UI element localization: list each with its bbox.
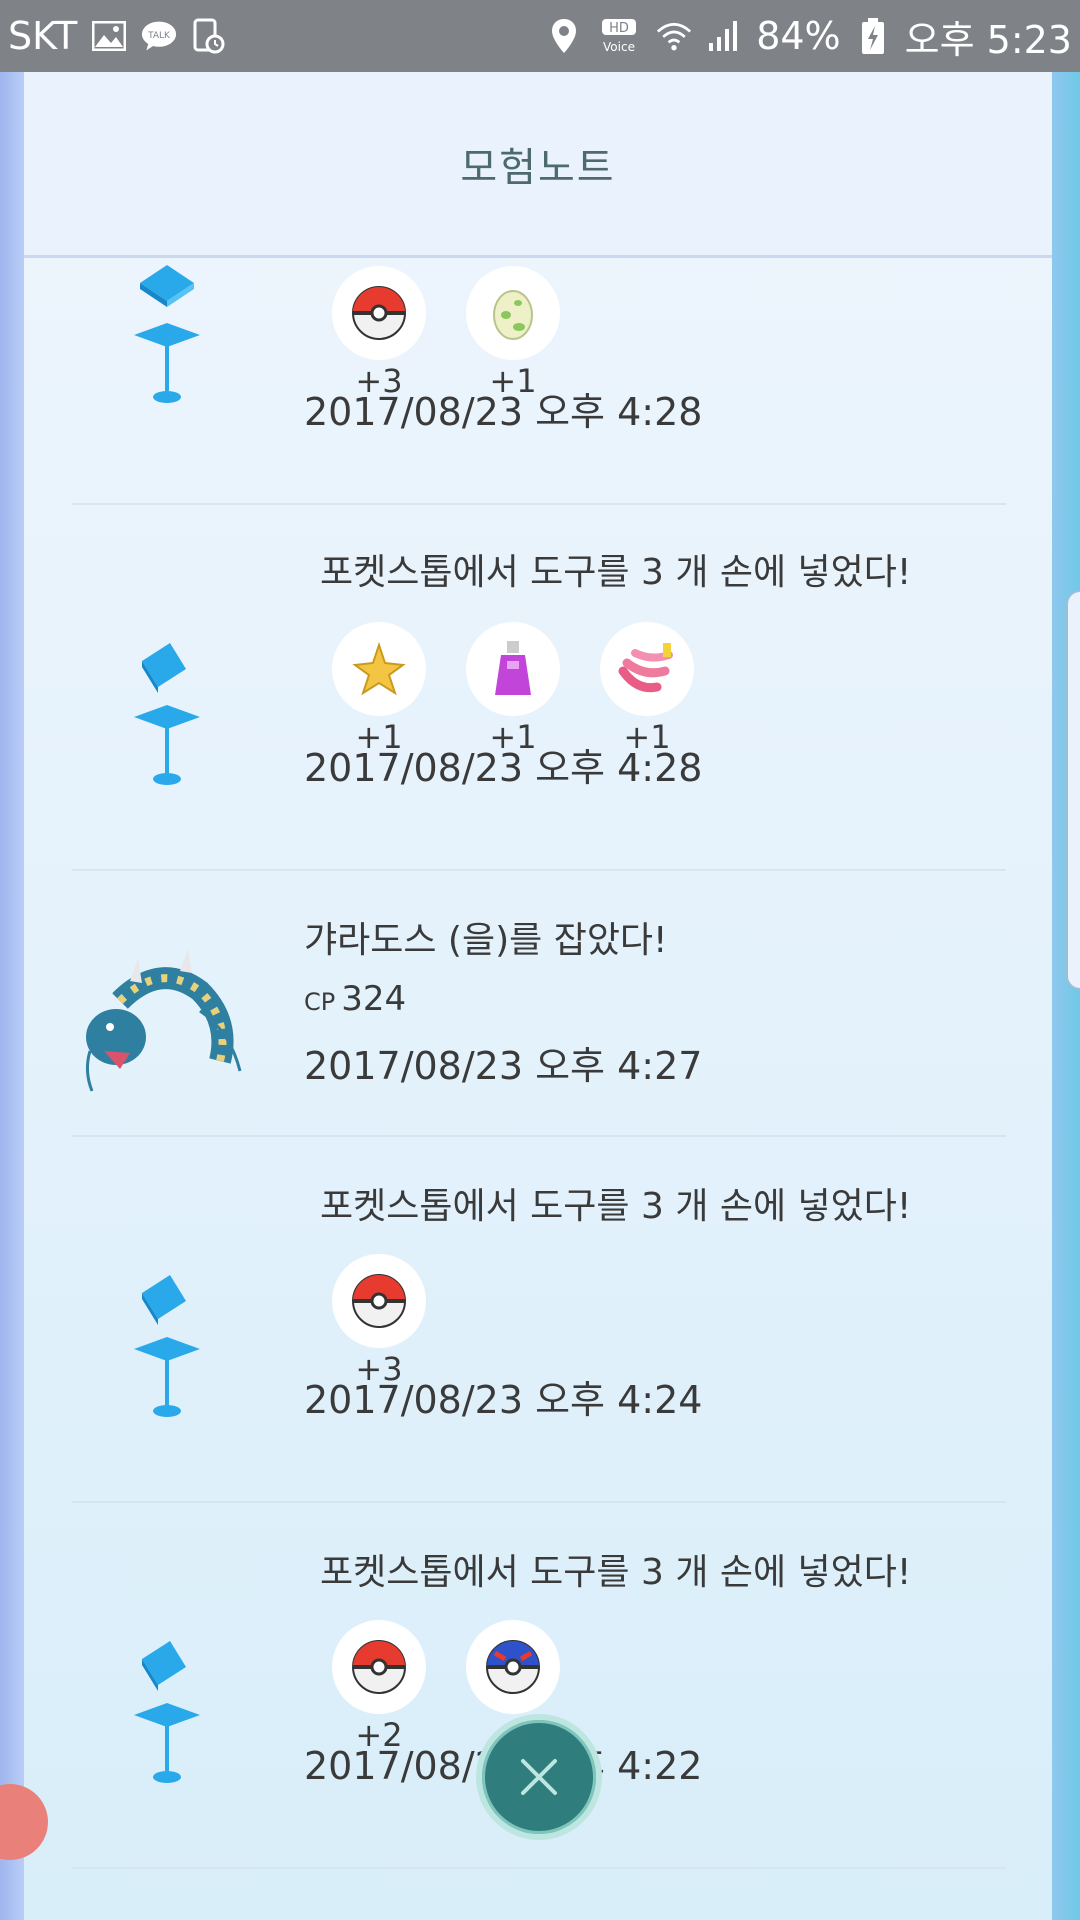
reward-item-circle bbox=[466, 622, 560, 716]
close-button[interactable] bbox=[476, 1714, 602, 1840]
pokestop-icon bbox=[134, 1641, 200, 1783]
talk-label: TALK bbox=[147, 31, 171, 41]
reward-item-circle bbox=[332, 1254, 426, 1348]
reward-item: +1 bbox=[332, 622, 426, 756]
reward-item: +1 bbox=[466, 266, 560, 400]
journal-entry[interactable]: 포켓스톱에서 도구를 3 개 손에 넣었다! +1 +1 +1 2017/08/… bbox=[72, 505, 1006, 871]
reward-item-circle bbox=[466, 1620, 560, 1714]
close-icon bbox=[521, 1759, 557, 1795]
pokestop-icon bbox=[134, 643, 200, 785]
journal-entry[interactable]: 갸라도스 (을)를 잡았다! CP 324 2017/08/23 오후 4:27 bbox=[72, 871, 1006, 1137]
entry-timestamp: 2017/08/23 오후 4:28 bbox=[304, 390, 703, 434]
egg-icon bbox=[493, 290, 533, 340]
reward-item-circle bbox=[466, 266, 560, 360]
entry-timestamp: 2017/08/23 오후 4:28 bbox=[304, 746, 703, 790]
reward-item: +3 bbox=[332, 266, 426, 400]
reward-items: +3 +1 bbox=[332, 266, 560, 400]
location-icon bbox=[546, 18, 582, 54]
journal-entry[interactable]: 포켓스톱에서 도구를 3 개 손에 넣었다! +3 2017/08/23 오후 … bbox=[72, 1137, 1006, 1503]
reward-item-circle bbox=[332, 1620, 426, 1714]
reward-item-circle bbox=[332, 622, 426, 716]
page-title: 모험노트 bbox=[460, 144, 616, 191]
entry-timestamp: 2017/08/23 오후 4:24 bbox=[304, 1378, 703, 1422]
signal-icon bbox=[706, 18, 742, 54]
reward-item: +2 bbox=[332, 1620, 426, 1754]
cp-value: 324 bbox=[341, 979, 407, 1019]
pokestop-icon bbox=[134, 1275, 200, 1417]
pokestop-icon bbox=[134, 265, 200, 403]
status-right: HD Voice 84% 오후 5:23 bbox=[546, 9, 1072, 64]
pokeball-icon bbox=[352, 1274, 406, 1328]
clock: 오후 5:23 bbox=[904, 17, 1072, 62]
journal-page: 모험노트 +3 +1 2017/08/23 오후 4:28 포켓스톱에서 도구를… bbox=[24, 72, 1052, 1920]
status-bar: SKT TALK HD Voice 84% 오후 5:23 bbox=[0, 0, 1080, 72]
gyarados-icon bbox=[85, 949, 242, 1092]
reward-item-circle bbox=[332, 266, 426, 360]
reward-item-circle bbox=[600, 622, 694, 716]
entry-text: 포켓스톱에서 도구를 3 개 손에 넣었다! bbox=[320, 552, 912, 593]
journal-entry[interactable]: +3 +1 2017/08/23 오후 4:28 bbox=[72, 201, 1006, 505]
entry-text: 포켓스톱에서 도구를 3 개 손에 넣었다! bbox=[320, 1186, 912, 1227]
nanab-berry-icon bbox=[618, 643, 673, 693]
battery-charging-icon bbox=[855, 18, 891, 54]
hd-label: HD bbox=[609, 21, 629, 36]
status-left: SKT TALK bbox=[8, 14, 227, 58]
stardust-icon bbox=[352, 641, 406, 696]
entry-text: 갸라도스 (을)를 잡았다! bbox=[304, 920, 668, 961]
potion-icon bbox=[495, 641, 531, 695]
reward-item: +1 bbox=[600, 622, 694, 756]
hd-voice-icon: HD Voice bbox=[596, 18, 642, 54]
wifi-icon bbox=[656, 18, 692, 54]
pokeball-icon bbox=[352, 286, 406, 340]
gallery-icon bbox=[91, 18, 127, 54]
reward-items: +1 +1 +1 bbox=[332, 622, 694, 756]
pokeball-icon bbox=[352, 1640, 406, 1694]
greatball-icon bbox=[486, 1640, 540, 1694]
cp-row: CP 324 bbox=[304, 979, 406, 1019]
battery-percent: 84% bbox=[756, 14, 841, 58]
reward-item: +3 bbox=[332, 1254, 426, 1388]
entry-timestamp: 2017/08/23 오후 4:27 bbox=[304, 1044, 703, 1088]
reward-item: +1 bbox=[466, 622, 560, 756]
screen-record-icon bbox=[191, 18, 227, 54]
kakaotalk-icon: TALK bbox=[141, 18, 177, 54]
carrier-label: SKT bbox=[8, 14, 78, 58]
side-drawer-handle[interactable] bbox=[1066, 590, 1080, 990]
reward-items: +3 bbox=[332, 1254, 426, 1388]
voice-label: Voice bbox=[603, 40, 635, 54]
cp-label: CP bbox=[304, 988, 336, 1016]
entry-text: 포켓스톱에서 도구를 3 개 손에 넣었다! bbox=[320, 1552, 912, 1593]
